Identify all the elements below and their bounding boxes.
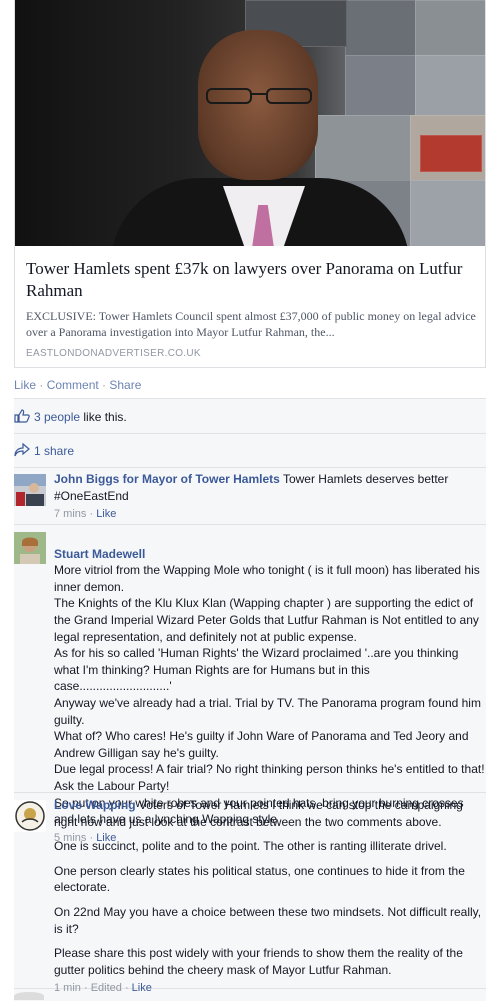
separator: ·	[36, 378, 47, 392]
comment-edited[interactable]: Edited	[91, 982, 122, 994]
article-description: EXCLUSIVE: Tower Hamlets Council spent a…	[26, 309, 476, 339]
comment-author[interactable]: Stuart Madewell	[54, 547, 145, 561]
shares-link[interactable]: 1 share	[34, 444, 74, 458]
article-title[interactable]: Tower Hamlets spent £37k on lawyers over…	[26, 258, 478, 302]
link-preview-card[interactable]: Tower Hamlets spent £37k on lawyers over…	[14, 0, 486, 368]
comment-paragraph: On 22nd May you have a choice between th…	[54, 904, 482, 936]
comment-like-link[interactable]: Like	[96, 508, 116, 520]
comment-author[interactable]: Love Wapping	[54, 798, 136, 812]
avatar[interactable]	[14, 800, 46, 832]
avatar[interactable]	[14, 532, 46, 564]
comment-paragraph: One person clearly states his political …	[54, 863, 465, 895]
thumbs-up-icon	[14, 409, 30, 423]
article-photo[interactable]	[15, 0, 485, 246]
likers-link[interactable]: 3 people	[34, 410, 80, 424]
likes-row: 3 people like this.	[14, 399, 486, 434]
share-arrow-icon	[14, 443, 30, 457]
post-actions: Like · Comment · Share	[14, 378, 141, 392]
comment-paragraph: One is succinct, polite and to the point…	[54, 839, 447, 854]
comment-item: Love Wapping Voters of Tower Hamlets I t…	[14, 793, 486, 994]
comment-item: Stuart Madewell More vitriol from the Wa…	[14, 525, 486, 844]
avatar[interactable]	[14, 992, 44, 1000]
comment-author[interactable]: John Biggs for Mayor of Tower Hamlets	[54, 472, 280, 486]
feedback-section: 3 people like this. 1 share John Biggs f…	[14, 398, 486, 1001]
share-link[interactable]: Share	[109, 378, 141, 392]
shares-row: 1 share	[14, 433, 486, 468]
comment-like-link[interactable]: Like	[132, 982, 152, 994]
comment-paragraph: Please share this post widely with your …	[54, 946, 463, 977]
comment-time[interactable]: 7 mins	[54, 508, 86, 520]
comment-link[interactable]: Comment	[47, 378, 99, 392]
comment-text: More vitriol from the Wapping Mole who t…	[54, 563, 485, 827]
separator: ·	[98, 378, 110, 392]
likes-suffix: like this.	[80, 410, 127, 424]
avatar[interactable]	[14, 474, 46, 506]
like-link[interactable]: Like	[14, 378, 36, 392]
comment-item: John Biggs for Mayor of Tower Hamlets To…	[14, 467, 486, 525]
article-domain: EASTLONDONADVERTISER.CO.UK	[26, 348, 201, 359]
comment-time[interactable]: 1 min	[54, 982, 81, 994]
